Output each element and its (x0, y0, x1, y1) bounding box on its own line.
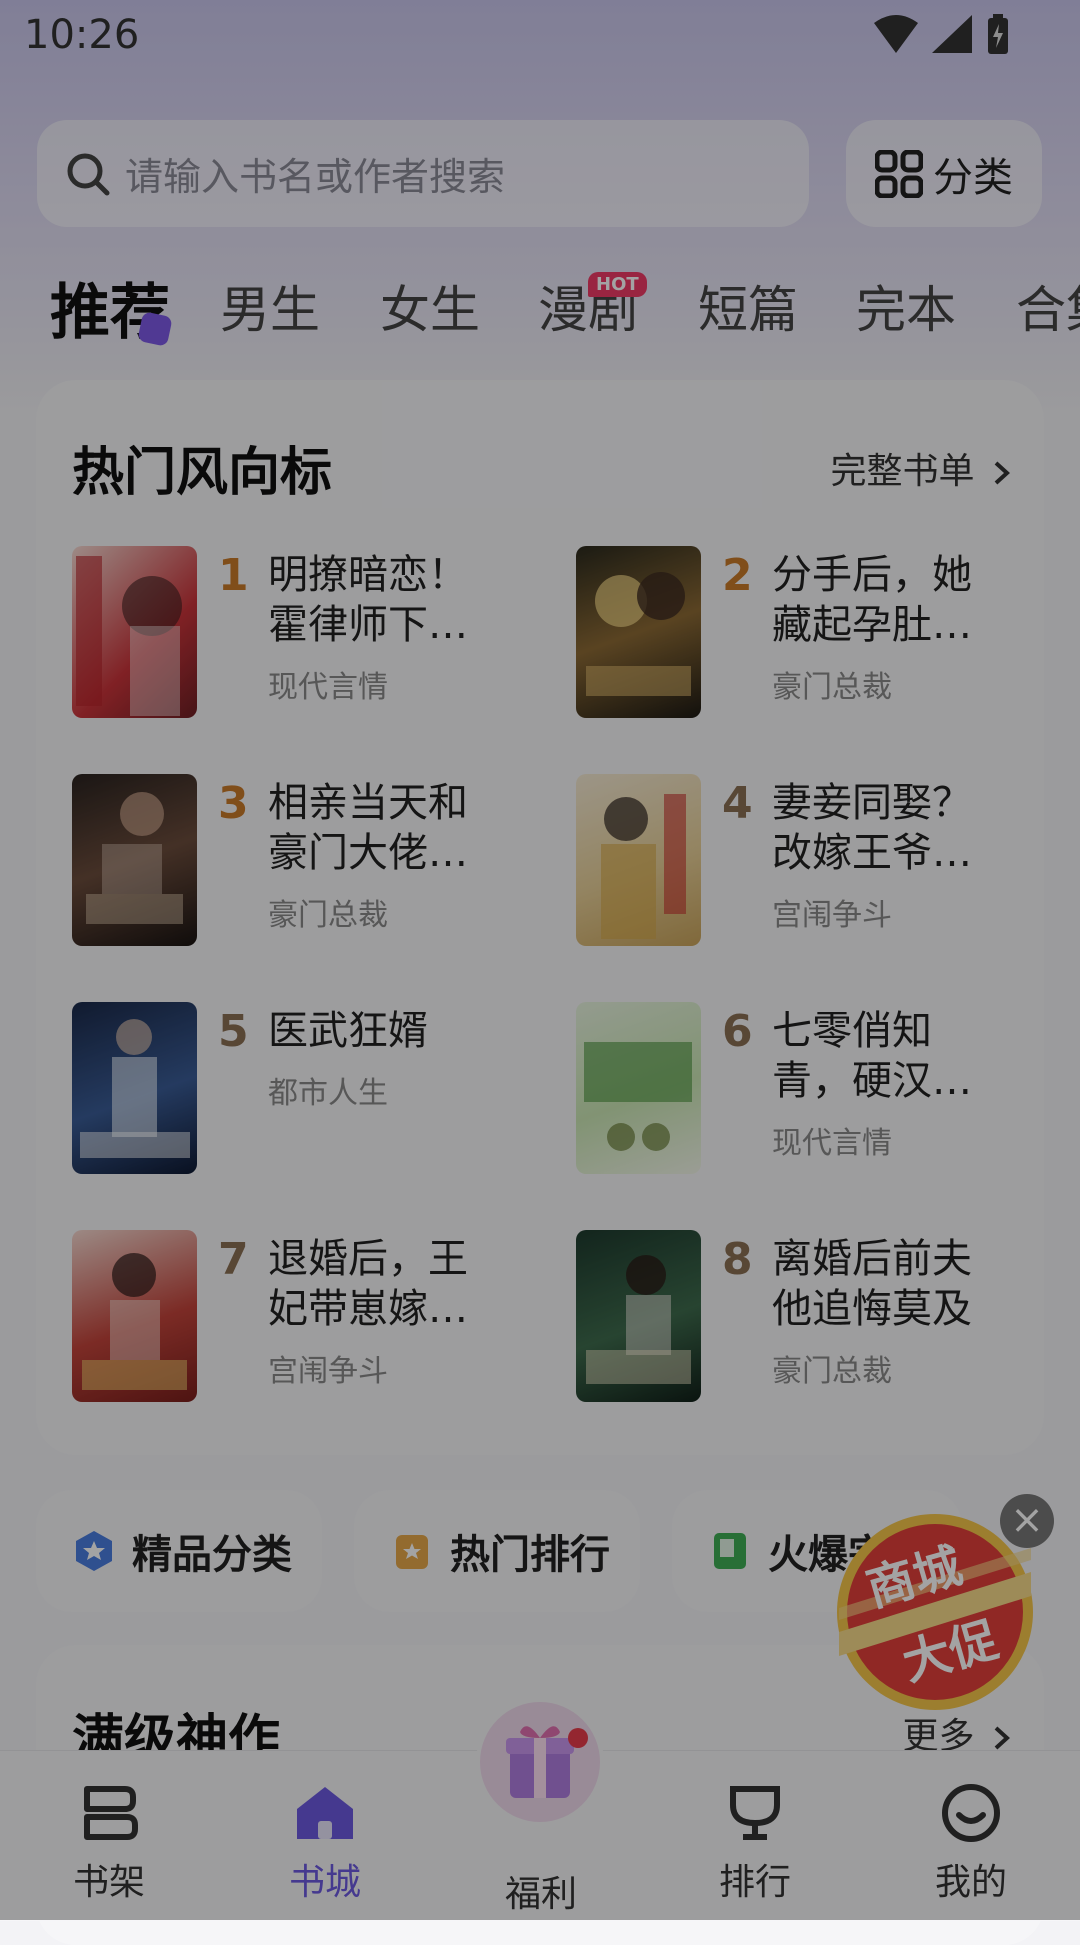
signal-icon (932, 15, 972, 53)
smiley-icon (942, 1784, 1000, 1842)
search-icon (67, 153, 110, 195)
home-icon (297, 1787, 353, 1839)
book-genre: 现代言情 (772, 1126, 892, 1161)
rank-number: 6 (722, 1006, 753, 1057)
green-book-icon (714, 1533, 746, 1569)
quick-action-categories[interactable]: 精品分类 (36, 1490, 322, 1612)
nav-bookshelf[interactable]: 书架 (44, 1783, 174, 1905)
rank-number: 5 (218, 1006, 249, 1057)
mall-promo-badge[interactable]: 商城 大促 (835, 1512, 1035, 1712)
chevron-right-icon (994, 461, 1010, 485)
rank-box-icon (396, 1535, 428, 1569)
book-item[interactable]: 3 相亲当天和豪门大佬… 豪门总裁 (72, 774, 542, 954)
quick-action-ranking[interactable]: 热门排行 (354, 1490, 640, 1612)
channel-tabs: 推荐 男生 女生 漫剧 HOT 短篇 完本 合集 (0, 270, 1080, 360)
hot-trends-card: 热门风向标 完整书单 1 明撩暗恋！霍律师下… 现代言情 2 分手后，她藏起孕肚… (36, 380, 1044, 1455)
rank-number: 2 (722, 550, 753, 601)
book-genre: 豪门总裁 (772, 670, 892, 705)
grid-icon (875, 149, 923, 198)
book-item[interactable]: 5 医武狂婿 都市人生 (72, 1002, 542, 1182)
search-input[interactable]: 请输入书名或作者搜索 (37, 120, 809, 227)
tab-collection[interactable]: 合集 (1016, 270, 1080, 342)
tab-short[interactable]: 短篇 (698, 270, 798, 342)
quick-action-label: 精品分类 (132, 1532, 292, 1578)
book-title: 离婚后前夫他追悔莫及 (772, 1236, 972, 1332)
book-title: 妻妾同娶？改嫁王爷… (772, 780, 972, 876)
hot-badge: HOT (588, 272, 647, 297)
rank-number: 3 (218, 778, 249, 829)
promo-close-button[interactable]: × (1000, 1494, 1054, 1548)
battery-icon (988, 14, 1008, 54)
book-genre: 宫闱争斗 (268, 1354, 388, 1389)
book-item[interactable]: 7 退婚后，王妃带崽嫁… 宫闱争斗 (72, 1230, 542, 1410)
full-list-label: 完整书单 (830, 451, 975, 492)
book-title: 相亲当天和豪门大佬… (268, 780, 468, 876)
rank-number: 1 (218, 550, 249, 601)
star-badge-icon (76, 1531, 112, 1571)
book-cover (72, 1002, 197, 1174)
search-placeholder: 请输入书名或作者搜索 (125, 155, 506, 199)
book-cover (72, 1230, 197, 1402)
full-list-link[interactable]: 完整书单 (831, 442, 1012, 494)
book-item[interactable]: 2 分手后，她藏起孕肚… 豪门总裁 (576, 546, 1046, 726)
book-cover (576, 1002, 701, 1174)
chevron-right-icon (994, 1726, 1010, 1750)
book-cover (72, 546, 197, 718)
book-genre: 豪门总裁 (268, 898, 388, 933)
category-button[interactable]: 分类 (846, 120, 1042, 227)
book-genre: 现代言情 (268, 670, 388, 705)
book-title: 医武狂婿 (268, 1008, 428, 1054)
nav-ranking[interactable]: 排行 (690, 1783, 820, 1905)
book-genre: 宫闱争斗 (772, 898, 892, 933)
category-label: 分类 (933, 154, 1013, 201)
nav-label: 我的 (934, 1862, 1007, 1903)
notification-dot (568, 1728, 588, 1748)
status-bar: 10:26 (0, 0, 1080, 80)
book-genre: 都市人生 (268, 1076, 388, 1111)
book-cover (576, 1230, 701, 1402)
book-title: 退婚后，王妃带崽嫁… (268, 1236, 468, 1332)
close-icon: × (1010, 1497, 1044, 1543)
book-item[interactable]: 4 妻妾同娶？改嫁王爷… 宫闱争斗 (576, 774, 1046, 954)
bookshelf-icon (84, 1786, 138, 1840)
book-title: 分手后，她藏起孕肚… (772, 552, 972, 648)
book-genre: 豪门总裁 (772, 1354, 892, 1389)
book-cover (72, 774, 197, 946)
nav-label: 福利 (504, 1874, 577, 1915)
book-item[interactable]: 8 离婚后前夫他追悔莫及 豪门总裁 (576, 1230, 1046, 1410)
rank-number: 8 (722, 1234, 753, 1285)
book-title: 明撩暗恋！霍律师下… (268, 552, 468, 648)
welfare-gift-button[interactable] (476, 1698, 604, 1826)
rank-number: 4 (722, 778, 753, 829)
nav-bookstore[interactable]: 书城 (260, 1783, 390, 1905)
wifi-icon (874, 15, 918, 53)
quick-action-label: 热门排行 (450, 1532, 610, 1578)
book-item[interactable]: 1 明撩暗恋！霍律师下… 现代言情 (72, 546, 542, 726)
trophy-icon (730, 1786, 780, 1840)
nav-label: 书架 (72, 1862, 145, 1903)
gift-icon (480, 1702, 600, 1822)
book-cover (576, 546, 701, 718)
tab-female[interactable]: 女生 (380, 270, 480, 342)
book-cover (576, 774, 701, 946)
rank-number: 7 (218, 1234, 249, 1285)
section-title: 热门风向标 (72, 443, 333, 503)
tab-male[interactable]: 男生 (220, 270, 320, 342)
nav-welfare[interactable]: 福利 (476, 1859, 606, 1917)
nav-label: 书城 (288, 1862, 361, 1903)
status-time: 10:26 (24, 12, 140, 58)
nav-label: 排行 (718, 1862, 791, 1903)
book-item[interactable]: 6 七零俏知青，硬汉… 现代言情 (576, 1002, 1046, 1182)
nav-mine[interactable]: 我的 (906, 1783, 1036, 1905)
book-title: 七零俏知青，硬汉… (772, 1008, 972, 1104)
tab-finished[interactable]: 完本 (856, 270, 956, 342)
